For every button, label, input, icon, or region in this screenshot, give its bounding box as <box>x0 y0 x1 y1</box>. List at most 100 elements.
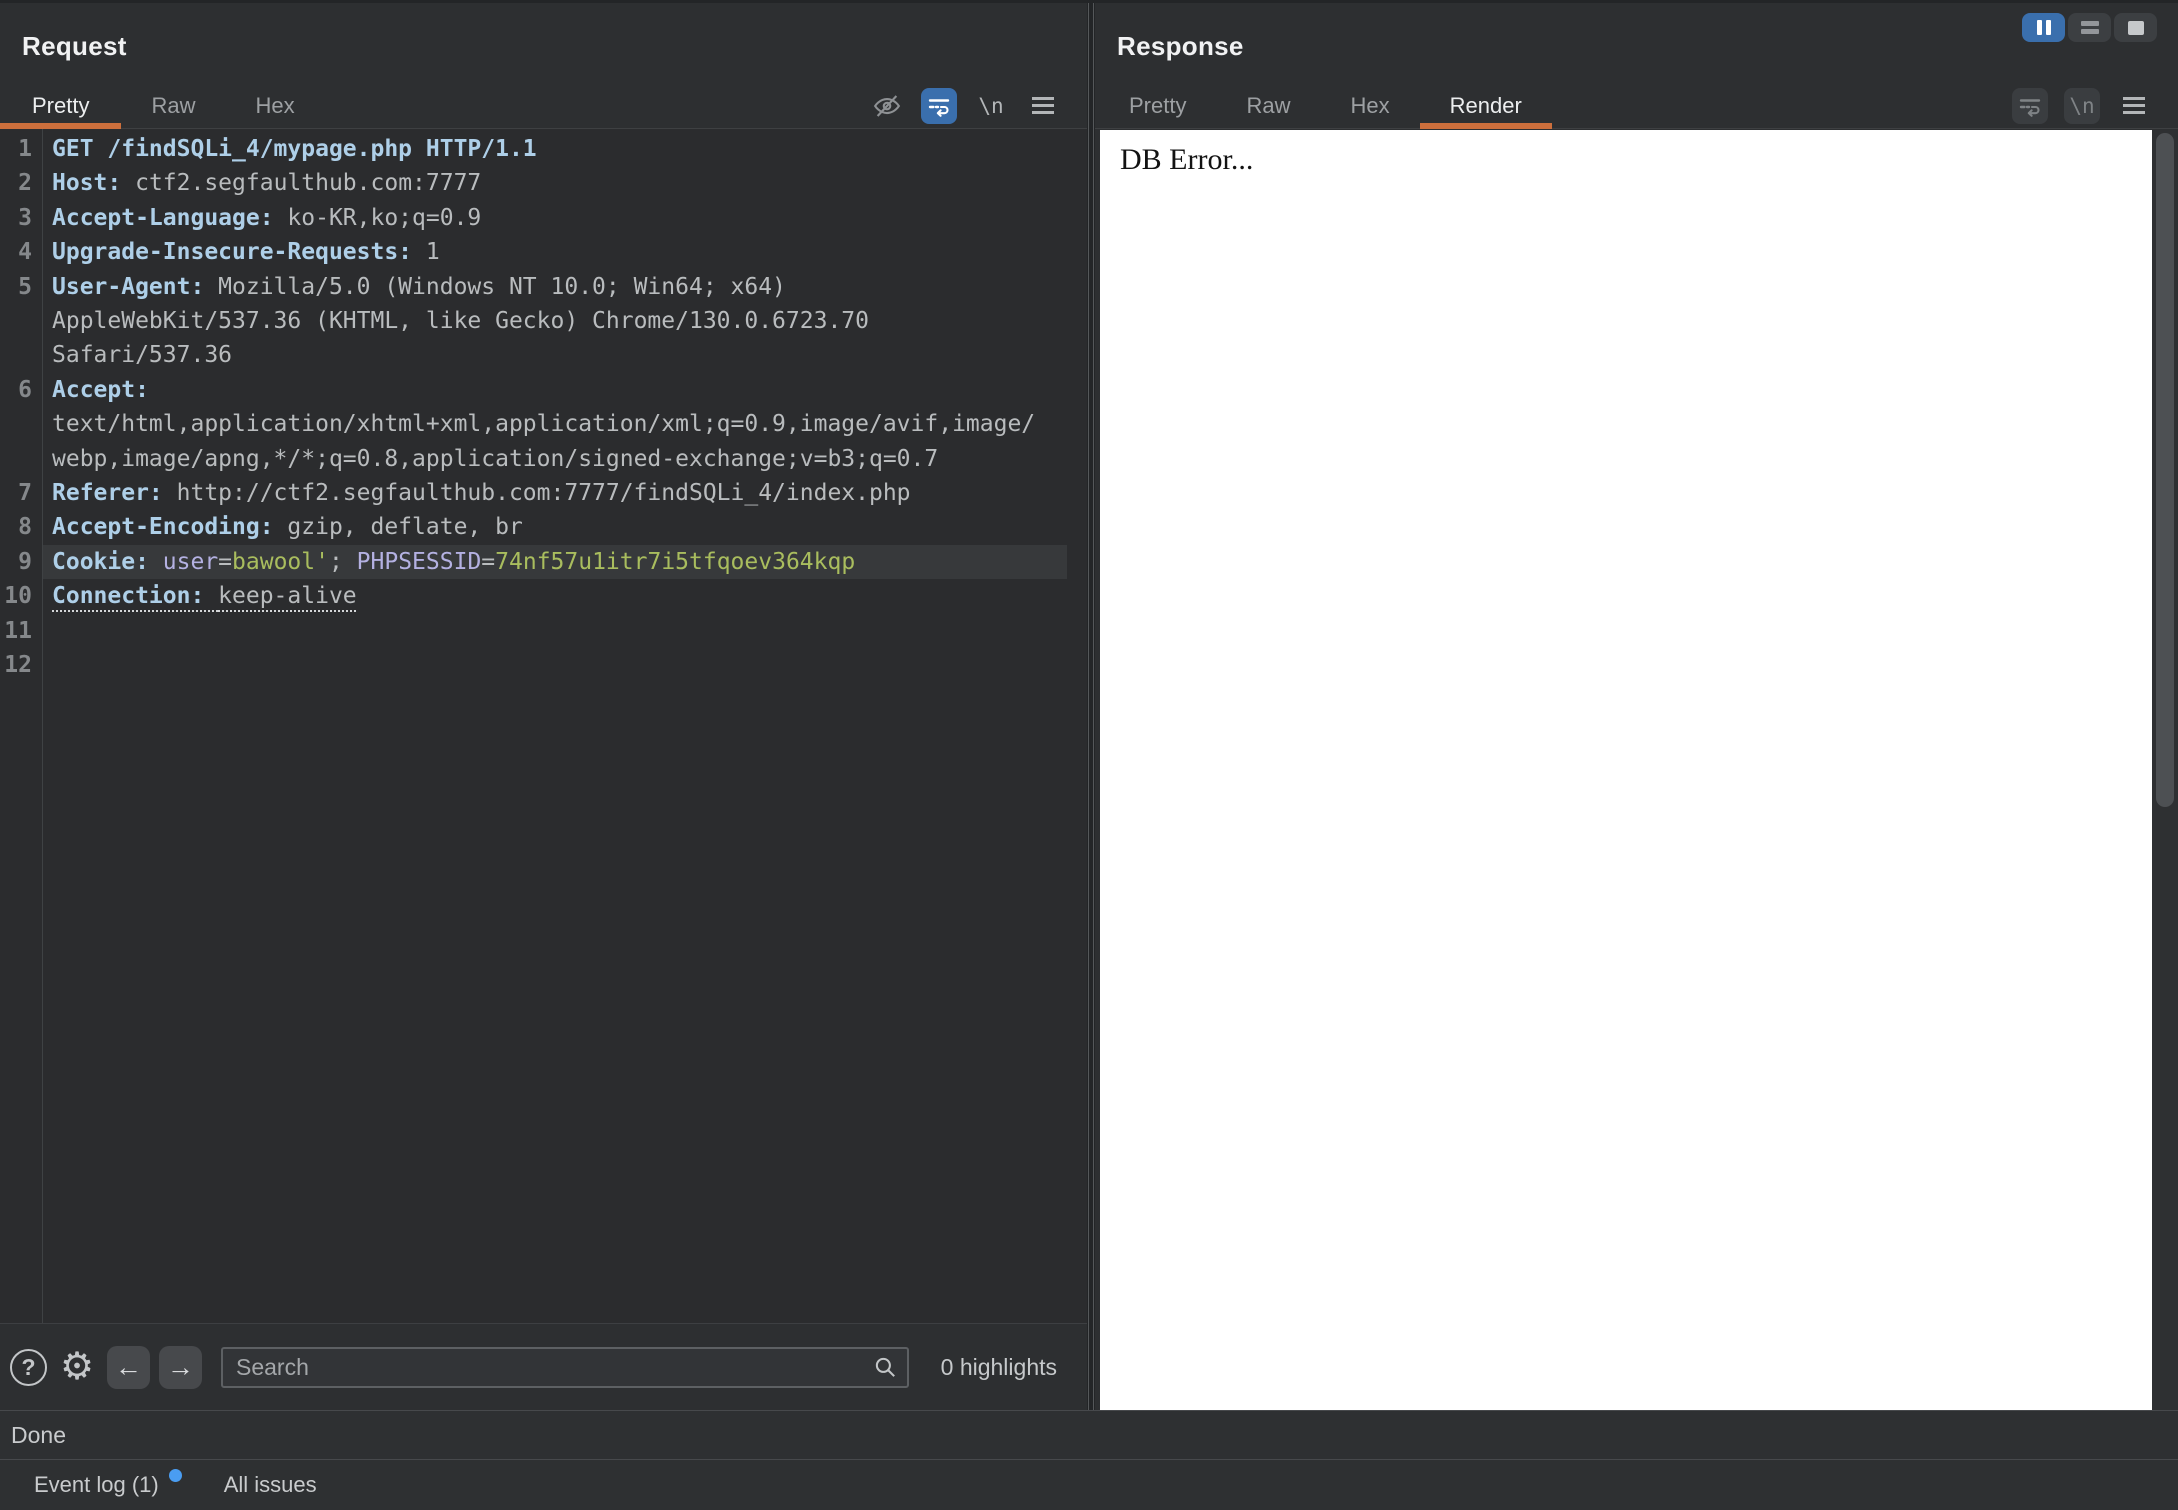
request-line[interactable]: 2 Host: ctf2.segfaulthub.com:7777 <box>0 166 1067 200</box>
request-line[interactable]: text/html,application/xhtml+xml,applicat… <box>0 407 1067 441</box>
tab-response-render[interactable]: Render <box>1420 83 1552 128</box>
request-line[interactable]: 5User-Agent: Mozilla/5.0 (Windows NT 10.… <box>0 270 1067 304</box>
search-previous-button[interactable]: ← <box>107 1346 150 1389</box>
line-content: Safari/537.36 <box>42 338 1067 372</box>
request-title: Request <box>22 31 127 61</box>
gear-icon[interactable]: ⚙ <box>56 1349 98 1385</box>
line-content: AppleWebKit/537.36 (KHTML, like Gecko) C… <box>42 304 1067 338</box>
tab-response-raw[interactable]: Raw <box>1216 83 1320 128</box>
line-content: Accept-Encoding: gzip, deflate, br <box>42 510 1067 544</box>
tab-request-raw[interactable]: Raw <box>121 83 225 128</box>
request-editor-menu-button[interactable] <box>1025 88 1061 124</box>
code-segment: keep-alive <box>218 583 356 609</box>
response-scrollbar[interactable] <box>2152 130 2178 1410</box>
request-line[interactable]: 10 Connection: keep-alive <box>0 579 1067 613</box>
code-segment: Upgrade-Insecure-Requests: <box>52 239 426 265</box>
rendered-page-text: DB Error... <box>1120 143 1253 176</box>
line-number: 3 <box>0 201 42 235</box>
word-wrap-toggle-button[interactable] <box>921 88 957 124</box>
layout-rows-button[interactable] <box>2068 13 2111 42</box>
request-line[interactable]: 9Cookie: user=bawool'; PHPSESSID=74nf57u… <box>0 545 1067 579</box>
help-icon[interactable]: ? <box>10 1349 47 1386</box>
layout-switcher <box>2022 13 2157 42</box>
request-line[interactable]: AppleWebKit/537.36 (KHTML, like Gecko) C… <box>0 304 1067 338</box>
rendered-page[interactable]: DB Error... <box>1100 130 2152 1410</box>
tab-label: Raw <box>1246 93 1290 119</box>
request-line[interactable]: webp,image/apng,*/*;q=0.8,application/si… <box>0 442 1067 476</box>
code-segment: ; <box>329 549 357 575</box>
tab-label: Raw <box>151 93 195 119</box>
tab-response-hex[interactable]: Hex <box>1320 83 1419 128</box>
code-segment: ko-KR,ko;q=0.9 <box>287 205 481 231</box>
event-log-link[interactable]: Event log (1) <box>34 1472 182 1498</box>
code-segment: http://ctf2.segfaulthub.com:7777/findSQL… <box>177 480 911 506</box>
search-input[interactable] <box>221 1347 909 1388</box>
show-newlines-toggle-button-disabled[interactable]: \n <box>2064 88 2100 124</box>
line-content: Accept: <box>42 373 1067 407</box>
line-number: 5 <box>0 270 42 304</box>
line-number: 7 <box>0 476 42 510</box>
line-number <box>0 338 42 372</box>
menu-icon <box>1032 97 1054 114</box>
code-segment: Safari/537.36 <box>52 342 232 368</box>
layout-tabs-button[interactable] <box>2114 13 2157 42</box>
line-number: 6 <box>0 373 42 407</box>
request-line[interactable]: 3 Accept-Language: ko-KR,ko;q=0.9 <box>0 201 1067 235</box>
hide-nonprintable-button[interactable] <box>869 88 905 124</box>
line-number: 11 <box>0 614 42 648</box>
request-editor[interactable]: 1GET /findSQLi_4/mypage.php HTTP/1.12 Hos… <box>0 129 1087 1323</box>
help-glyph: ? <box>21 1354 35 1381</box>
show-newlines-toggle-button[interactable]: \n <box>973 88 1009 124</box>
tab-label: Pretty <box>32 93 89 119</box>
newline-icon: \n <box>2069 94 2094 118</box>
pane-resize-handle[interactable] <box>1087 3 1095 1410</box>
code-segment: = <box>481 549 495 575</box>
request-editor-toolbar: \n <box>869 83 1061 128</box>
code-segment: Accept-Language: <box>52 205 287 231</box>
code-segment: ctf2.segfaulthub.com:7777 <box>135 170 481 196</box>
request-line[interactable]: 1GET /findSQLi_4/mypage.php HTTP/1.1 <box>0 132 1067 166</box>
request-line[interactable]: 11 <box>0 614 1067 648</box>
line-content <box>42 648 1067 682</box>
request-line[interactable]: 12 <box>0 648 1067 682</box>
line-content: Upgrade-Insecure-Requests: 1 <box>42 235 1067 269</box>
tab-label: Hex <box>1350 93 1389 119</box>
line-number: 2 <box>0 166 42 200</box>
line-content: webp,image/apng,*/*;q=0.8,application/si… <box>42 442 1067 476</box>
response-render-area: DB Error... <box>1095 129 2178 1410</box>
code-segment: webp,image/apng,*/*;q=0.8,application/si… <box>52 446 938 472</box>
code-segment: Referer: <box>52 480 177 506</box>
code-segment: Connection: <box>52 583 218 609</box>
code-segment: Host: <box>52 170 135 196</box>
tab-request-hex[interactable]: Hex <box>225 83 324 128</box>
request-line[interactable]: 7 Referer: http://ctf2.segfaulthub.com:77… <box>0 476 1067 510</box>
request-line[interactable]: 8Accept-Encoding: gzip, deflate, br <box>0 510 1067 544</box>
scrollbar-thumb[interactable] <box>2156 133 2174 807</box>
request-line[interactable]: Safari/537.36 <box>0 338 1067 372</box>
search-next-button[interactable]: → <box>159 1346 202 1389</box>
request-response-split: Request Pretty Raw Hex <box>0 0 2178 1410</box>
request-editor-rows: 1GET /findSQLi_4/mypage.php HTTP/1.12 Hos… <box>0 132 1087 683</box>
line-number <box>0 442 42 476</box>
single-pane-icon <box>2128 21 2144 35</box>
code-segment: Accept: <box>52 377 149 403</box>
request-line[interactable]: 4Upgrade-Insecure-Requests: 1 <box>0 235 1067 269</box>
all-issues-link[interactable]: All issues <box>224 1472 317 1498</box>
line-number: 4 <box>0 235 42 269</box>
code-segment: GET /findSQLi_4/mypage.php HTTP/1.1 <box>52 136 537 162</box>
line-number: 10 <box>0 579 42 613</box>
word-wrap-toggle-button-disabled[interactable] <box>2012 88 2048 124</box>
tab-request-pretty[interactable]: Pretty <box>0 83 121 128</box>
response-editor-menu-button[interactable] <box>2116 88 2152 124</box>
code-segment: AppleWebKit/537.36 (KHTML, like Gecko) C… <box>52 308 869 334</box>
layout-columns-button[interactable] <box>2022 13 2065 42</box>
response-panel: Response Pretty Raw Hex Render <box>1095 3 2178 1410</box>
request-line[interactable]: 6 Accept: <box>0 373 1067 407</box>
search-field-wrap <box>221 1347 909 1388</box>
tab-response-pretty[interactable]: Pretty <box>1099 83 1216 128</box>
rows-layout-icon <box>2081 21 2099 34</box>
line-number: 12 <box>0 648 42 682</box>
columns-layout-icon <box>2037 20 2051 35</box>
request-header: Request <box>0 3 1087 83</box>
code-segment: text/html,application/xhtml+xml,applicat… <box>52 411 1035 437</box>
